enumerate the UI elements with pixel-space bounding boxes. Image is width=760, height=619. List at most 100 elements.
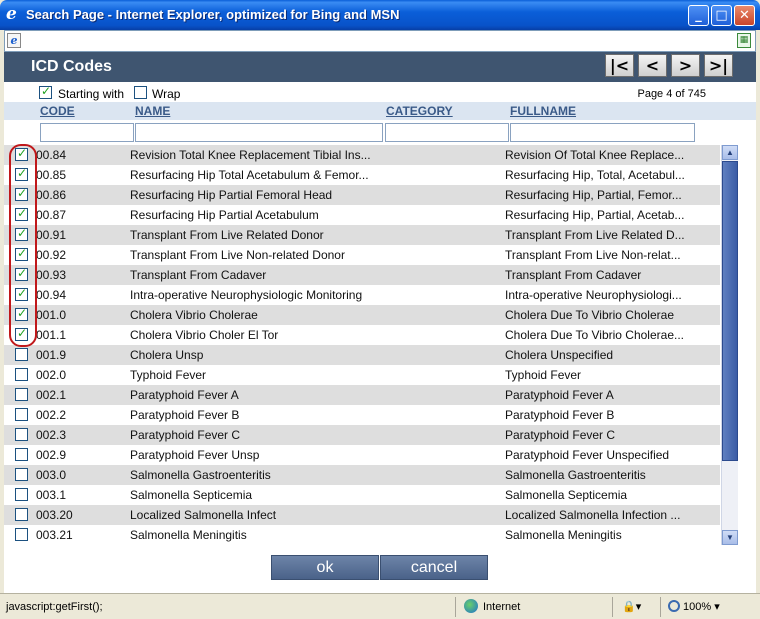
row-checkbox[interactable]	[15, 388, 28, 401]
cell-fullname: Localized Salmonella Infection ...	[505, 508, 681, 522]
first-page-button[interactable]: |<	[605, 54, 634, 77]
cell-code: 00.87	[36, 208, 67, 222]
cell-name: Resurfacing Hip Partial Femoral Head	[130, 188, 333, 202]
cell-fullname: Transplant From Cadaver	[505, 268, 642, 282]
column-header-category[interactable]: CATEGORY	[386, 104, 453, 118]
cell-code: 003.20	[36, 508, 73, 522]
table-row[interactable]: 003.21 Salmonella Meningitis Salmonella Me…	[4, 525, 720, 545]
cell-name: Revision Total Knee Replacement Tibial I…	[130, 148, 371, 162]
cell-code: 002.1	[36, 388, 67, 402]
cell-code: 003.21	[36, 528, 73, 542]
ie-icon: e	[6, 4, 17, 24]
checkbox-highlight-annotation	[9, 144, 37, 347]
cell-fullname: Paratyphoid Fever C	[505, 428, 616, 442]
cell-code: 002.9	[36, 448, 67, 462]
fullname-filter-input[interactable]	[510, 123, 695, 142]
cell-name: Transplant From Cadaver	[130, 268, 267, 282]
column-header-name[interactable]: NAME	[135, 104, 170, 118]
cell-fullname: Transplant From Live Non-relat...	[505, 248, 681, 262]
row-checkbox[interactable]	[15, 528, 28, 541]
table-row[interactable]: 003.0 Salmonella Gastroenteritis Salmonell…	[4, 465, 720, 485]
zoom-icon	[668, 600, 680, 612]
table-row[interactable]: 00.94 Intra-operative Neurophysiologic Mo…	[4, 285, 720, 305]
cell-code: 001.1	[36, 328, 67, 342]
wrap-checkbox[interactable]	[134, 86, 147, 99]
row-checkbox[interactable]	[15, 368, 28, 381]
dialog-header: ICD Codes |< < > >|	[4, 52, 756, 82]
code-filter-input[interactable]	[40, 123, 134, 142]
table-row[interactable]: 001.1 Cholera Vibrio Choler El Tor Cholera…	[4, 325, 720, 345]
maximize-button[interactable]: □	[711, 5, 732, 26]
last-page-button[interactable]: >|	[704, 54, 733, 77]
table-row[interactable]: 002.3 Paratyphoid Fever C Paratyphoid Feve…	[4, 425, 720, 445]
table-row[interactable]: 00.85 Resurfacing Hip Total Acetabulum & …	[4, 165, 720, 185]
cell-fullname: Cholera Due To Vibrio Cholerae	[505, 308, 674, 322]
table-row[interactable]: 002.2 Paratyphoid Fever B Paratyphoid Feve…	[4, 405, 720, 425]
column-header-code[interactable]: CODE	[40, 104, 75, 118]
row-checkbox[interactable]	[15, 508, 28, 521]
table-row[interactable]: 001.9 Cholera Unsp Cholera Unspecified	[4, 345, 720, 365]
table-row[interactable]: 00.84 Revision Total Knee Replacement Tib…	[4, 145, 720, 165]
status-text: javascript:getFirst();	[6, 601, 103, 613]
cell-fullname: Typhoid Fever	[505, 368, 582, 382]
ok-button[interactable]: ok	[271, 555, 379, 580]
cell-code: 001.9	[36, 348, 67, 362]
row-checkbox[interactable]	[15, 348, 28, 361]
cell-name: Paratyphoid Fever Unsp	[130, 448, 260, 462]
row-checkbox[interactable]	[15, 448, 28, 461]
compat-view-icon[interactable]: ▦	[737, 33, 751, 48]
scroll-thumb[interactable]	[722, 161, 738, 461]
table-row[interactable]: 00.93 Transplant From Cadaver Transplant F…	[4, 265, 720, 285]
row-checkbox[interactable]	[15, 468, 28, 481]
cell-fullname: Paratyphoid Fever A	[505, 388, 614, 402]
cancel-button[interactable]: cancel	[380, 555, 488, 580]
table-row[interactable]: 002.0 Typhoid Fever Typhoid Fever	[4, 365, 720, 385]
close-button[interactable]: ✕	[734, 5, 755, 26]
cell-fullname: Cholera Due To Vibrio Cholerae...	[505, 328, 684, 342]
cell-name: Salmonella Gastroenteritis	[130, 468, 271, 482]
table-row[interactable]: 003.1 Salmonella Septicemia Salmonella Sep…	[4, 485, 720, 505]
cell-code: 00.93	[36, 268, 67, 282]
wrap-label: Wrap	[152, 87, 181, 101]
table-row[interactable]: 00.87 Resurfacing Hip Partial Acetabulum R…	[4, 205, 720, 225]
table-row[interactable]: 002.1 Paratyphoid Fever A Paratyphoid Feve…	[4, 385, 720, 405]
table-row[interactable]: 001.0 Cholera Vibrio Cholerae Cholera Due …	[4, 305, 720, 325]
category-filter-input[interactable]	[385, 123, 509, 142]
cell-fullname: Resurfacing Hip, Partial, Acetab...	[505, 208, 685, 222]
cell-code: 003.1	[36, 488, 67, 502]
starting-with-checkbox[interactable]	[39, 84, 52, 99]
table-row[interactable]: 00.86 Resurfacing Hip Partial Femoral Hea…	[4, 185, 720, 205]
cell-fullname: Paratyphoid Fever B	[505, 408, 615, 422]
vertical-scrollbar[interactable]: ▲ ▼	[721, 145, 738, 545]
prev-page-button[interactable]: <	[638, 54, 667, 77]
scroll-down-icon[interactable]: ▼	[722, 530, 738, 545]
table-row[interactable]: 002.9 Paratyphoid Fever Unsp Paratyphoid F…	[4, 445, 720, 465]
security-icon[interactable]: 🔒▾	[622, 597, 641, 617]
cell-fullname: Transplant From Live Related D...	[505, 228, 685, 242]
cell-code: 00.85	[36, 168, 67, 182]
zone-indicator[interactable]: Internet	[464, 597, 520, 617]
column-headers: CODE NAME CATEGORY FULLNAME	[4, 102, 756, 120]
scroll-up-icon[interactable]: ▲	[722, 145, 738, 160]
cell-name: Transplant From Live Non-related Donor	[130, 248, 345, 262]
next-page-button[interactable]: >	[671, 54, 700, 77]
zone-label: Internet	[483, 601, 521, 613]
cell-fullname: Salmonella Septicemia	[505, 488, 628, 502]
table-row[interactable]: 00.92 Transplant From Live Non-related Do…	[4, 245, 720, 265]
row-checkbox[interactable]	[15, 428, 28, 441]
page-content: ICD Codes |< < > >| Starting with Wrap P…	[4, 52, 756, 593]
row-checkbox[interactable]	[15, 408, 28, 421]
cell-code: 00.94	[36, 288, 67, 302]
window-titlebar: e Search Page - Internet Explorer, optim…	[0, 0, 760, 30]
cell-code: 003.0	[36, 468, 67, 482]
row-checkbox[interactable]	[15, 488, 28, 501]
zoom-control[interactable]: 100% ▾	[668, 597, 720, 617]
column-header-fullname[interactable]: FULLNAME	[510, 104, 576, 118]
table-row[interactable]: 00.91 Transplant From Live Related Donor T…	[4, 225, 720, 245]
table-row[interactable]: 003.20 Localized Salmonella Infect Localiz…	[4, 505, 720, 525]
name-filter-input[interactable]	[135, 123, 383, 142]
cell-code: 002.2	[36, 408, 67, 422]
globe-icon	[464, 599, 478, 613]
cell-name: Localized Salmonella Infect	[130, 508, 277, 522]
minimize-button[interactable]: _	[688, 5, 709, 26]
